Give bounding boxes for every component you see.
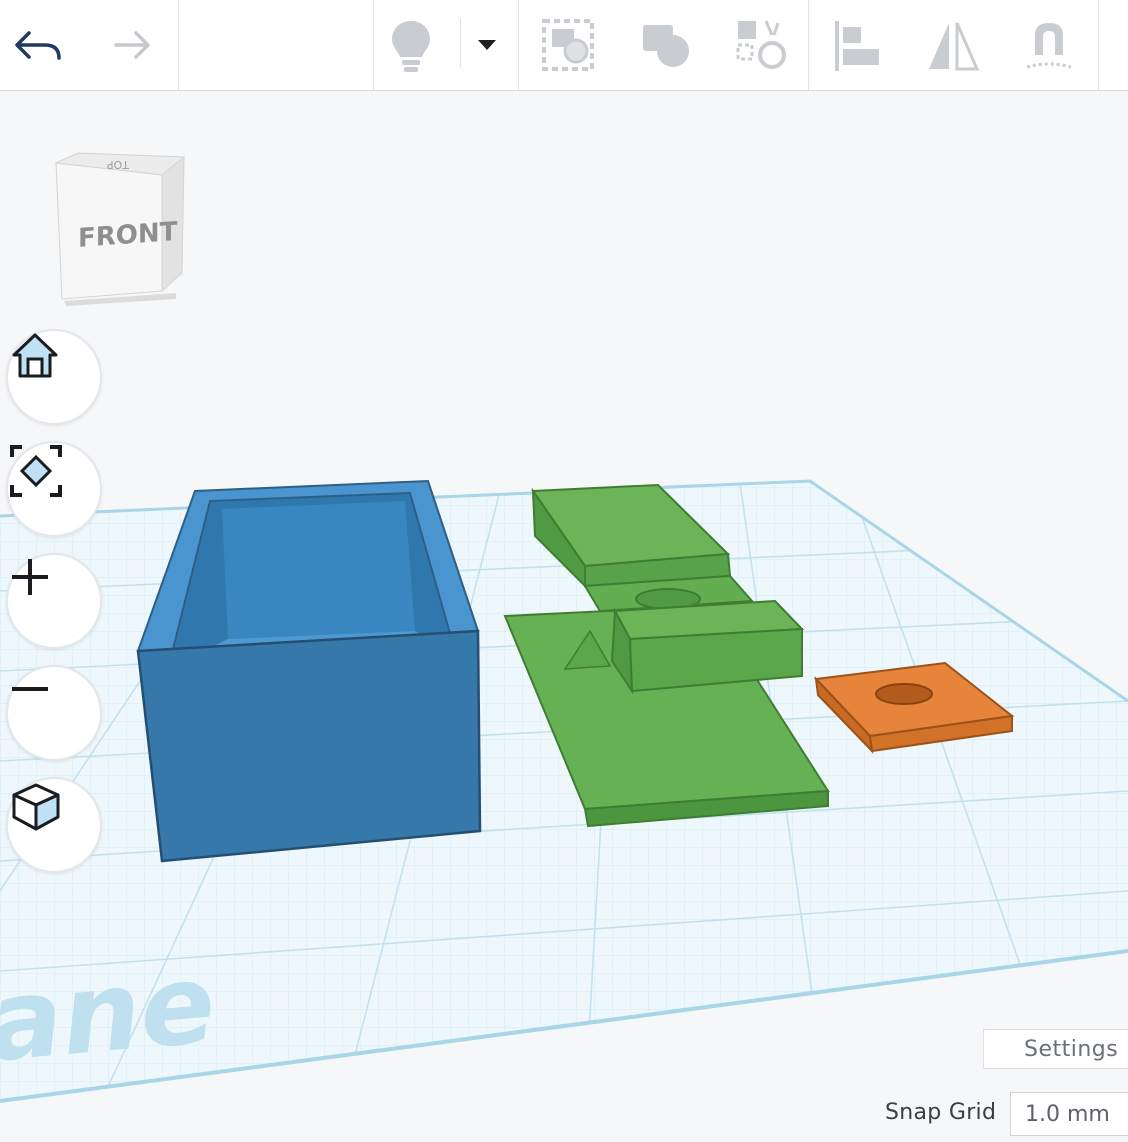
notes-button[interactable] — [376, 10, 446, 80]
dropdown-caret-icon — [478, 40, 496, 50]
ungroup-button[interactable] — [630, 10, 700, 80]
undo-icon — [15, 31, 61, 60]
home-view-button[interactable] — [6, 329, 102, 425]
view-cube-top-label: TOP — [107, 158, 130, 171]
zoom-out-icon — [12, 687, 48, 691]
solid-hole-icon — [736, 20, 786, 69]
view-cube-graphic: TOP FRONT — [54, 152, 186, 306]
blue-box-shape[interactable] — [136, 479, 482, 863]
settings-label: Settings — [1024, 1036, 1119, 1062]
perspective-toggle-button[interactable] — [6, 777, 102, 873]
perspective-icon — [12, 783, 60, 831]
undo-button[interactable] — [0, 10, 70, 80]
zoom-out-button[interactable] — [6, 665, 102, 761]
snap-grid-label: Snap Grid — [885, 1100, 997, 1125]
redo-icon — [114, 31, 150, 59]
snap-grid-select[interactable]: 1.0 mm — [1010, 1092, 1128, 1136]
redo-button[interactable] — [95, 10, 165, 80]
notes-dropdown[interactable] — [452, 10, 522, 80]
mirror-button[interactable] — [918, 10, 988, 80]
fit-view-button[interactable] — [6, 441, 102, 537]
align-button[interactable] — [822, 10, 892, 80]
zoom-in-button[interactable] — [6, 553, 102, 649]
ungroup-icon — [643, 25, 689, 67]
group-icon — [542, 19, 594, 71]
green-clamp-lower[interactable] — [610, 599, 805, 695]
top-toolbar — [0, 0, 1128, 91]
group-button[interactable] — [533, 10, 603, 80]
snap-grid-value: 1.0 mm — [1025, 1101, 1110, 1127]
zoom-in-icon — [12, 559, 48, 595]
workplane-viewport[interactable]: ane TOP FRONT — [0, 91, 1128, 1142]
settings-button[interactable]: Settings — [983, 1029, 1128, 1069]
fit-view-icon — [10, 445, 62, 497]
cruise-button[interactable] — [1014, 10, 1084, 80]
magnet-icon — [1026, 23, 1072, 69]
workplane-label: ane — [0, 939, 220, 1086]
view-cube[interactable]: TOP FRONT — [48, 151, 188, 306]
mirror-icon — [929, 22, 980, 71]
solid-hole-button[interactable] — [725, 10, 795, 80]
align-icon — [835, 21, 879, 71]
lightbulb-icon — [392, 21, 430, 72]
home-icon — [12, 333, 58, 378]
